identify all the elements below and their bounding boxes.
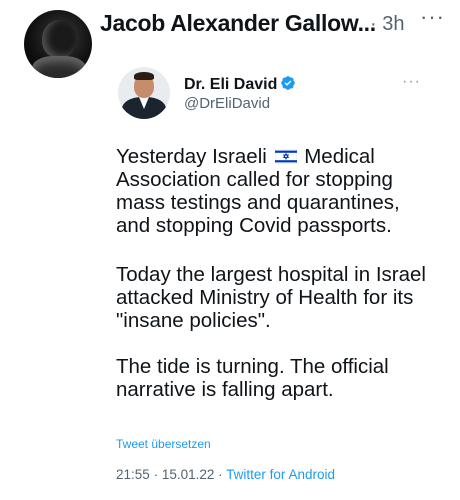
- retweeter-timestamp[interactable]: · 3h: [370, 13, 404, 36]
- quoted-tweet-card[interactable]: Dr. Eli David @DrEliDavid ··· Yesterday …: [96, 55, 448, 495]
- tweet-paragraph-2: Today the largest hospital in Israel att…: [116, 263, 426, 332]
- avatar-hair: [134, 72, 154, 80]
- author-handle[interactable]: @DrEliDavid: [184, 95, 270, 112]
- tweet-metadata: 21:55 · 15.01.22 · Twitter for Android: [116, 467, 335, 482]
- translate-tweet-link[interactable]: Tweet übersetzen: [116, 437, 211, 451]
- tweet-time[interactable]: 21:55: [116, 467, 150, 482]
- more-horizontal-icon[interactable]: ···: [402, 73, 421, 91]
- tweet-paragraph-1: Yesterday Israeli Medical Association ca…: [116, 145, 436, 237]
- tweet-date[interactable]: 15.01.22: [162, 467, 215, 482]
- retweeter-avatar[interactable]: [24, 10, 92, 78]
- meta-separator: ·: [153, 467, 159, 482]
- avatar-face: [42, 20, 76, 58]
- tweet-source-link[interactable]: Twitter for Android: [226, 467, 335, 482]
- author-name-row[interactable]: Dr. Eli David: [184, 75, 296, 94]
- author-avatar[interactable]: [118, 67, 170, 119]
- tweet-text: Yesterday Israeli: [116, 145, 267, 168]
- author-name[interactable]: Dr. Eli David: [184, 76, 277, 93]
- verified-badge-icon: [281, 76, 296, 90]
- avatar-shirt: [32, 56, 86, 78]
- tweet-screenshot: Jacob Alexander Gallow... · 3h ··· Dr. E…: [0, 0, 460, 500]
- retweeter-name[interactable]: Jacob Alexander Gallow...: [100, 10, 376, 37]
- tweet-paragraph-3: The tide is turning. The official narrat…: [116, 355, 389, 401]
- meta-separator: ·: [218, 467, 223, 482]
- more-horizontal-icon[interactable]: ···: [420, 4, 445, 30]
- israel-flag-icon: [274, 149, 297, 164]
